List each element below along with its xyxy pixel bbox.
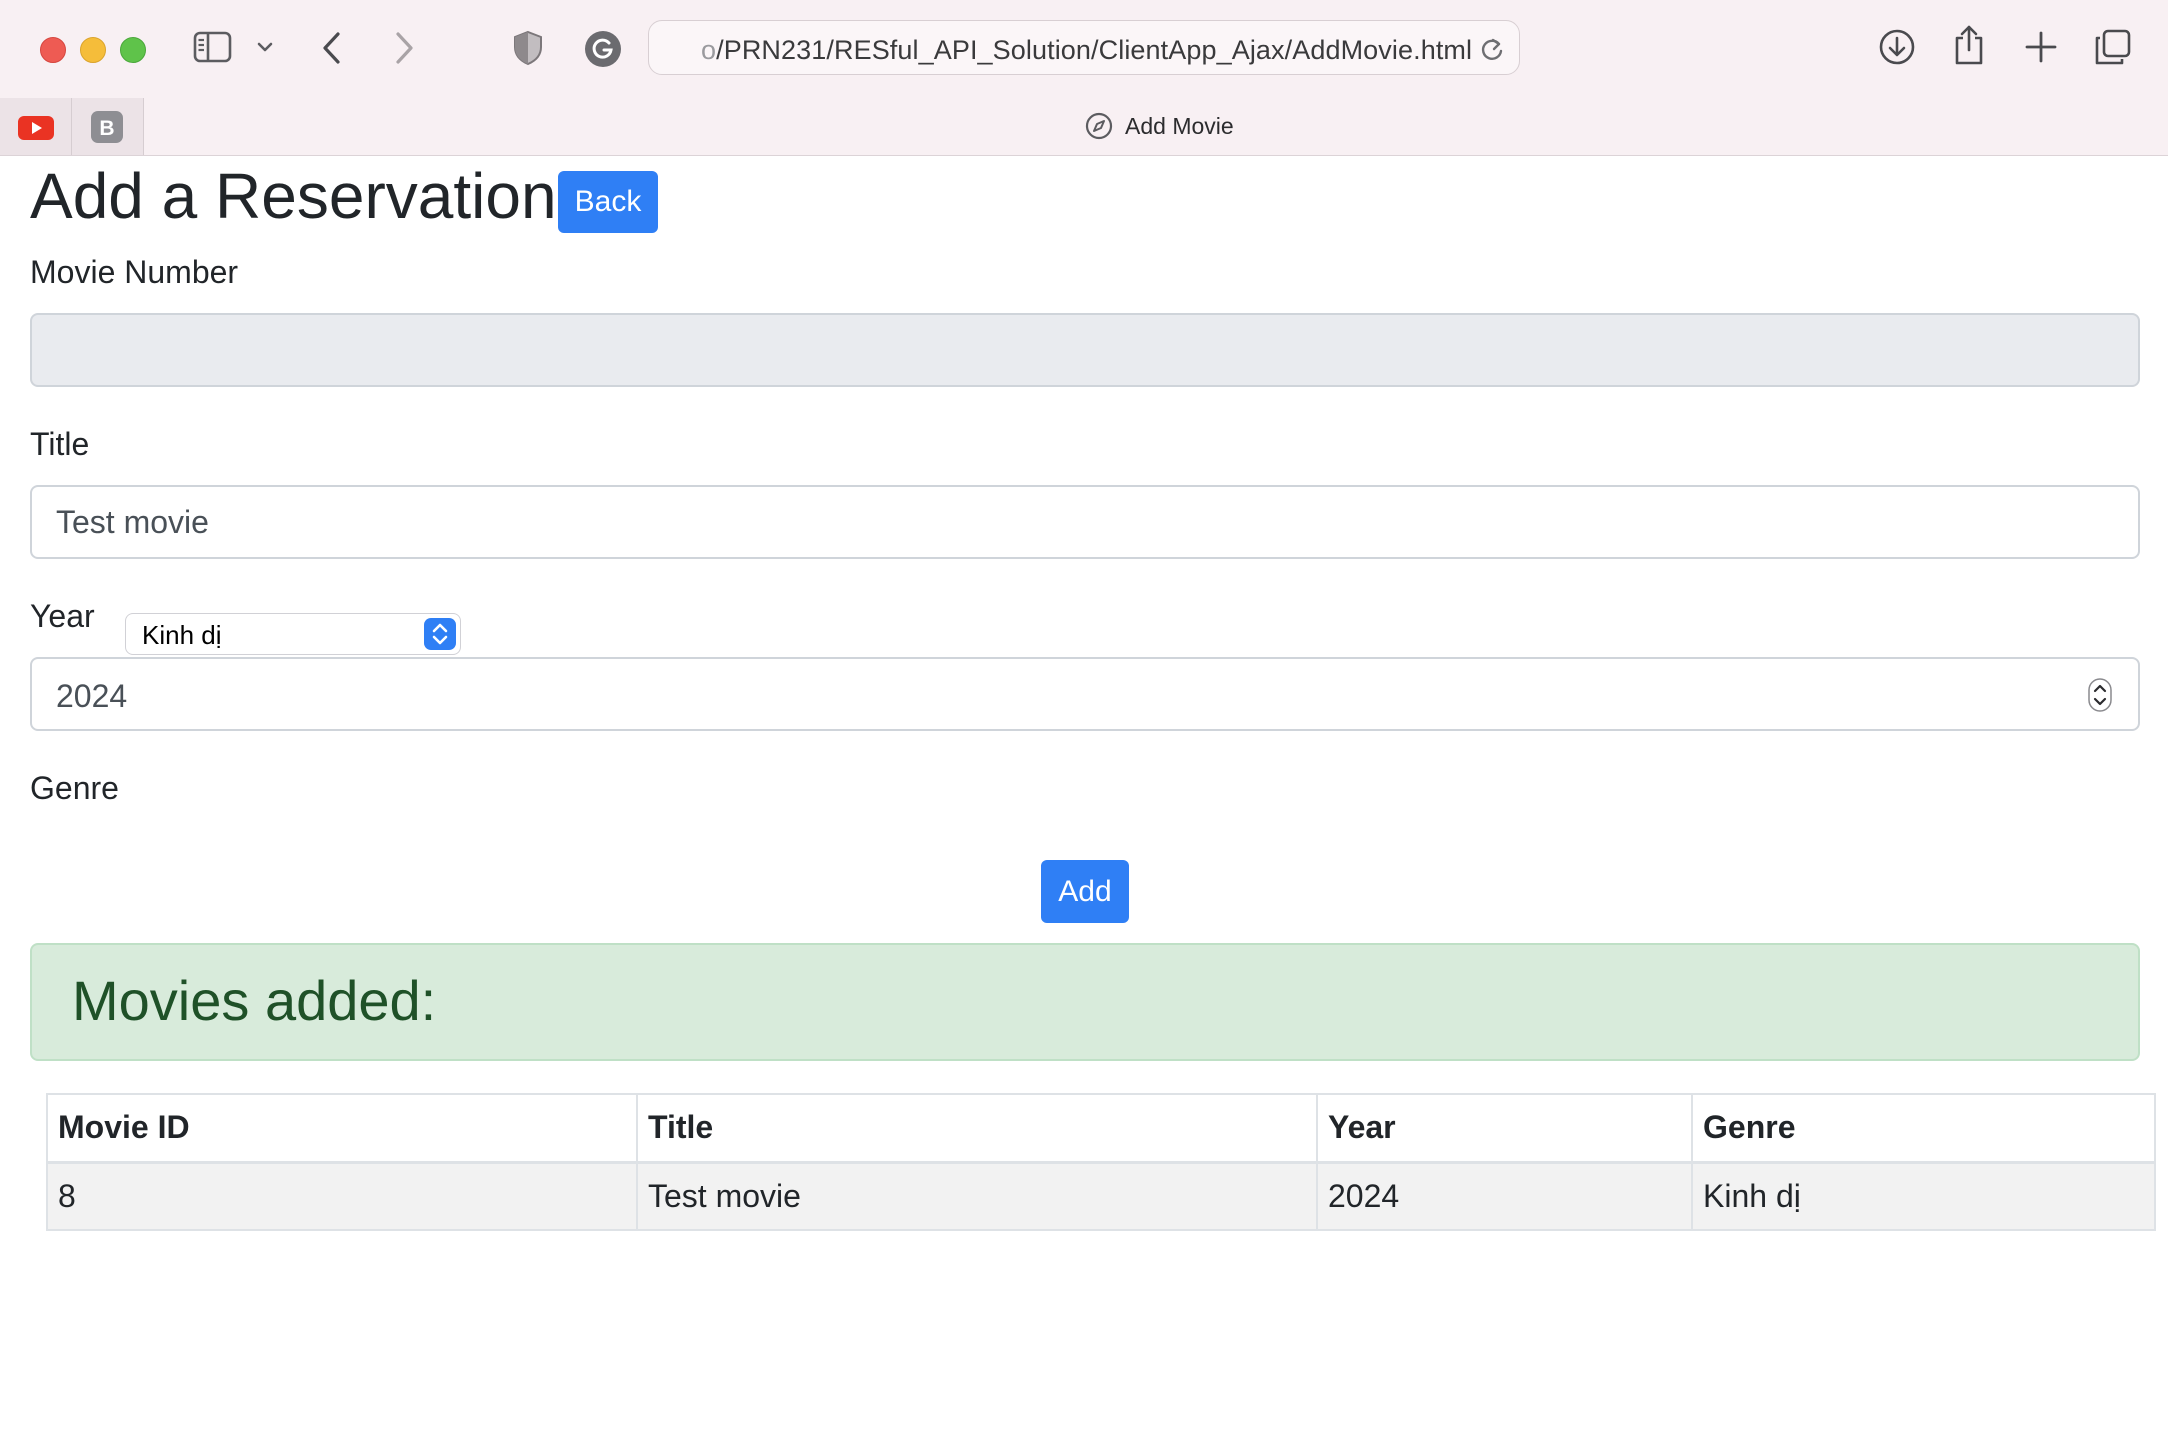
back-arrow-icon[interactable] [320, 30, 344, 66]
address-bar[interactable]: o/PRN231/RESful_API_Solution/ClientApp_A… [648, 20, 1520, 75]
back-button[interactable]: Back [558, 171, 658, 233]
genre-label: Genre [30, 770, 119, 806]
page-content: Add a Reservation Back Movie Number Titl… [0, 156, 2168, 1436]
forward-arrow-icon[interactable] [392, 30, 416, 66]
pinned-tab-bootstrap[interactable]: B [72, 98, 144, 155]
downloads-icon[interactable] [1878, 28, 1916, 66]
movie-number-field[interactable] [30, 313, 2140, 387]
title-field[interactable] [30, 485, 2140, 559]
url-prefix: o [701, 35, 717, 65]
year-value: 2024 [56, 678, 128, 714]
bootstrap-icon: B [91, 111, 123, 143]
new-tab-icon[interactable] [2024, 30, 2058, 64]
tab-bar: B Add Movie [0, 98, 2168, 156]
active-tab[interactable]: Add Movie [1085, 108, 1234, 144]
year-field[interactable]: 2024 [30, 657, 2140, 731]
zoom-window-button[interactable] [120, 37, 146, 63]
genre-select[interactable]: Kinh dị [125, 613, 461, 655]
sidebar-icon[interactable] [193, 31, 233, 65]
year-label: Year [30, 598, 95, 634]
table-row: 8 Test movie 2024 Kinh dị [46, 1161, 2156, 1231]
privacy-shield-icon[interactable] [512, 30, 544, 66]
add-button[interactable]: Add [1041, 860, 1129, 923]
success-alert: Movies added: [30, 943, 2140, 1061]
close-window-button[interactable] [40, 37, 66, 63]
cell-genre: Kinh dị [1691, 1161, 2156, 1231]
pinned-tab-youtube[interactable] [0, 98, 72, 155]
alert-heading: Movies added: [72, 969, 437, 1032]
column-header-title: Title [636, 1093, 1318, 1164]
grammarly-icon[interactable] [584, 30, 622, 68]
cell-movie-id: 8 [46, 1161, 638, 1231]
reload-icon[interactable] [1479, 35, 1505, 63]
url-text: o/PRN231/RESful_API_Solution/ClientApp_A… [701, 35, 1472, 66]
youtube-icon [18, 116, 54, 140]
url-path: /PRN231/RESful_API_Solution/ClientApp_Aj… [716, 35, 1473, 65]
select-arrows-icon [424, 618, 456, 650]
compass-icon [1085, 112, 1113, 140]
page-title: Add a Reservation [30, 160, 557, 232]
column-header-year: Year [1316, 1093, 1693, 1164]
title-label: Title [30, 426, 90, 462]
tab-title: Add Movie [1125, 112, 1234, 139]
cell-title: Test movie [636, 1161, 1318, 1231]
browser-toolbar: o/PRN231/RESful_API_Solution/ClientApp_A… [0, 0, 2168, 98]
chevron-down-icon[interactable] [256, 40, 274, 54]
stepper-icon[interactable] [2088, 678, 2112, 712]
cell-year: 2024 [1316, 1161, 1693, 1231]
tab-overview-icon[interactable] [2094, 28, 2132, 66]
share-icon[interactable] [1952, 24, 1986, 66]
column-header-movie-id: Movie ID [46, 1093, 638, 1164]
genre-selected-value: Kinh dị [142, 620, 222, 650]
svg-text:B: B [99, 117, 114, 140]
movies-table: Movie ID Title Year Genre 8 Test movie 2… [46, 1093, 2156, 1231]
column-header-genre: Genre [1691, 1093, 2156, 1164]
table-header-row: Movie ID Title Year Genre [46, 1093, 2156, 1164]
minimize-window-button[interactable] [80, 37, 106, 63]
movie-number-label: Movie Number [30, 254, 239, 290]
